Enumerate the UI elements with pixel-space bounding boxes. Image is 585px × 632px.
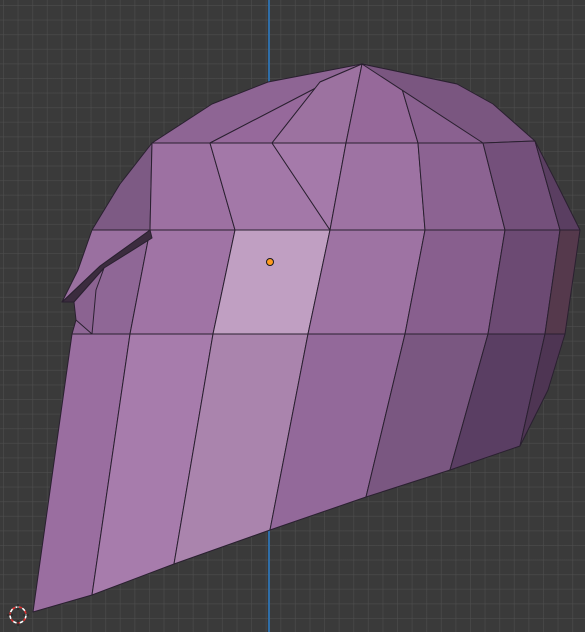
mesh-face-upper-5[interactable] [329, 142, 426, 231]
object-origin-dot[interactable] [266, 258, 274, 266]
3d-viewport[interactable] [0, 0, 585, 632]
mesh-object[interactable] [0, 0, 585, 632]
mesh-face-upper-1[interactable] [91, 142, 153, 231]
3d-cursor-icon[interactable] [7, 604, 29, 626]
